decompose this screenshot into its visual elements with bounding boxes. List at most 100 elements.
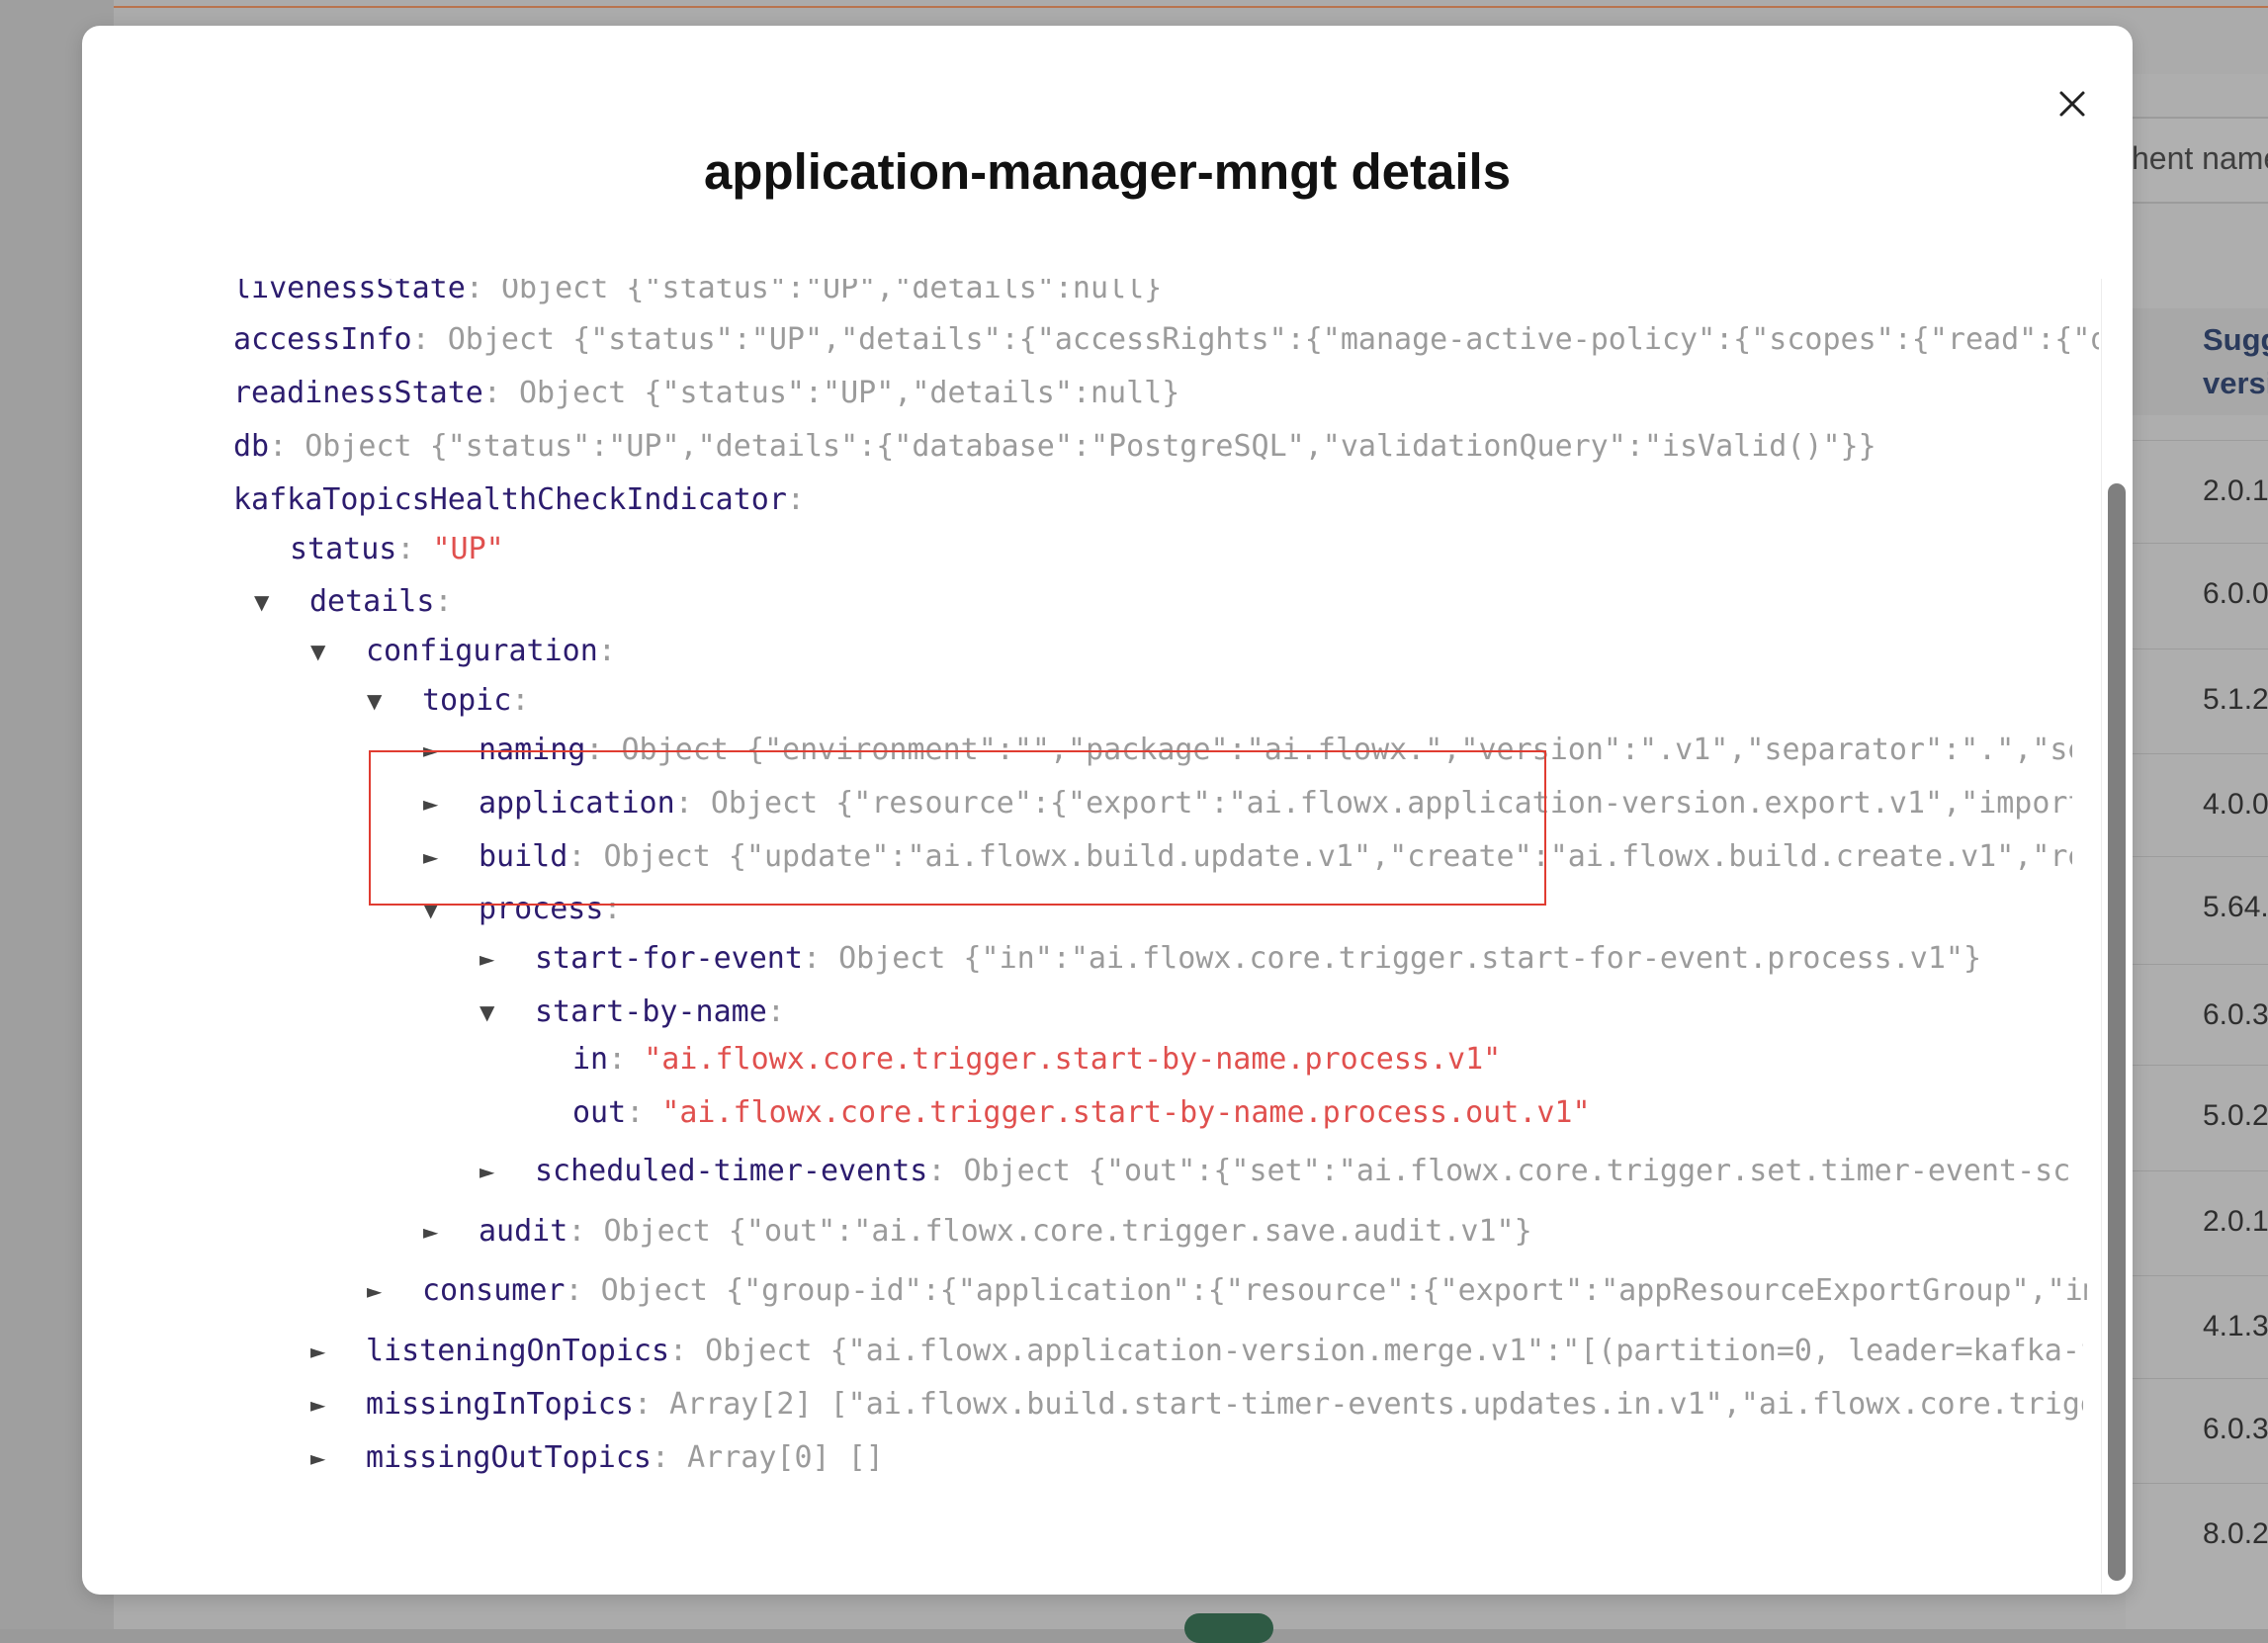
highlight-annotation-box	[369, 750, 1546, 906]
expand-triangle-icon[interactable]: ►	[310, 1332, 366, 1371]
node-key: kafkaTopicsHealthCheckIndicator	[233, 482, 787, 517]
collapse-triangle-icon[interactable]: ▼	[310, 632, 366, 671]
node-type: Object	[305, 429, 412, 464]
tree-node-scheduled-timer-events[interactable]: ► scheduled-timer-events: Object {"out":{…	[480, 1152, 2073, 1191]
node-preview: {"ai.flowx.application-version.merge.v1"…	[829, 1334, 2083, 1368]
tree-node-details[interactable]: ▼ details:	[254, 582, 453, 622]
tree-node-start-by-name[interactable]: ▼ start-by-name:	[480, 993, 785, 1032]
node-preview: {"status":"UP","details":{"database":"Po…	[429, 429, 1876, 464]
node-type: Array[0]	[687, 1440, 830, 1475]
background-table-row: 6.0.0	[2126, 543, 2268, 647]
version-cell: 6.0.0	[2203, 577, 2268, 610]
node-key: consumer	[422, 1273, 566, 1308]
close-icon	[2059, 91, 2085, 117]
version-cell: 5.0.2	[2203, 1099, 2268, 1132]
background-table-row: 4.1.3	[2126, 1275, 2268, 1379]
node-value: "UP"	[432, 532, 504, 566]
node-key: details	[309, 584, 435, 619]
tree-node-missingOutTopics[interactable]: ► missingOutTopics: Array[0] []	[310, 1438, 884, 1478]
node-preview: {"out":"ai.flowx.core.trigger.save.audit…	[728, 1214, 1532, 1249]
modal-title: application-manager-mngt details	[703, 143, 1512, 200]
version-cell: 2.0.1	[2203, 475, 2268, 507]
expand-triangle-icon[interactable]: ►	[310, 1385, 366, 1425]
node-key: db	[233, 429, 270, 464]
background-column-header: Sugg versi	[2203, 318, 2268, 405]
expand-triangle-icon[interactable]: ►	[310, 1438, 366, 1478]
tree-node-configuration[interactable]: ▼ configuration:	[310, 632, 616, 671]
tree-node-status: status: "UP"	[290, 532, 504, 566]
tree-node-topic[interactable]: ▼ topic:	[367, 681, 529, 721]
node-key: livenessState	[233, 279, 466, 305]
node-preview: {"status":"UP","details":{"accessRights"…	[572, 322, 2099, 357]
background-table-row: 2.0.1	[2126, 1170, 2268, 1274]
node-key: start-for-event	[535, 941, 803, 976]
node-key: start-by-name	[535, 994, 767, 1029]
node-key: status	[290, 532, 397, 566]
node-type: Object	[838, 941, 946, 976]
version-cell: 6.0.3	[2203, 998, 2268, 1031]
node-key: readinessState	[233, 376, 483, 410]
background-table-row: 6.0.3	[2126, 1378, 2268, 1482]
collapse-triangle-icon[interactable]: ▼	[480, 993, 535, 1032]
node-type: Object	[705, 1334, 813, 1368]
node-preview: {"status":"UP","details":null}	[644, 376, 1180, 410]
node-type: Object	[447, 322, 556, 357]
tree-node-kafkaTopicsHealthCheckIndicator[interactable]: kafkaTopicsHealthCheckIndicator:	[233, 480, 805, 520]
node-type: Object	[519, 376, 627, 410]
version-cell: 4.1.3	[2203, 1310, 2268, 1342]
tree-node-missingInTopics[interactable]: ► missingInTopics: Array[2] ["ai.flowx.bu…	[310, 1385, 2083, 1425]
version-cell: 6.0.3	[2203, 1413, 2268, 1445]
node-key: in	[572, 1042, 609, 1077]
expand-triangle-icon[interactable]: ►	[480, 1152, 535, 1191]
node-key: missingInTopics	[366, 1387, 634, 1422]
tree-node-audit[interactable]: ► audit: Object {"out":"ai.flowx.core.tri…	[423, 1212, 1532, 1252]
node-key: configuration	[366, 634, 598, 668]
node-type: Object	[500, 279, 609, 305]
background-table-row: 6.0.3	[2126, 964, 2268, 1068]
node-preview: {"out":{"set":"ai.flowx.core.trigger.set…	[1088, 1154, 2073, 1188]
tree-node-consumer[interactable]: ► consumer: Object {"group-id":{"applicat…	[367, 1271, 2087, 1311]
node-key: out	[572, 1095, 627, 1130]
tree-node-in: in: "ai.flowx.core.trigger.start-by-name…	[572, 1042, 1502, 1077]
node-type: Object	[603, 1214, 711, 1249]
collapse-triangle-icon[interactable]: ▼	[254, 582, 309, 622]
tree-node-livenessState: livenessState: Object {"status":"UP","de…	[233, 279, 1162, 308]
background-table-row: 5.64.	[2126, 856, 2268, 960]
node-preview: {"group-id":{"application":{"resource":{…	[726, 1273, 2087, 1308]
background-table-row: 8.0.2	[2126, 1483, 2268, 1587]
node-key: missingOutTopics	[366, 1440, 652, 1475]
node-preview: []	[847, 1440, 884, 1475]
node-key: scheduled-timer-events	[535, 1154, 928, 1188]
collapse-triangle-icon[interactable]: ▼	[367, 681, 422, 721]
background-table-row: 5.1.2	[2126, 649, 2268, 752]
expand-triangle-icon[interactable]: ►	[423, 1212, 479, 1252]
tree-node-accessInfo[interactable]: accessInfo: Object {"status":"UP","detai…	[233, 320, 2099, 360]
version-cell: 2.0.1	[2203, 1205, 2268, 1238]
node-key: audit	[479, 1214, 568, 1249]
details-modal: application-manager-mngt details livenes…	[82, 26, 2133, 1595]
node-type: Array[2]	[669, 1387, 813, 1422]
column-header-line-1: Sugg	[2203, 322, 2268, 357]
tree-node-listeningOnTopics[interactable]: ► listeningOnTopics: Object {"ai.flowx.ap…	[310, 1332, 2083, 1371]
expand-triangle-icon[interactable]: ►	[367, 1271, 422, 1311]
json-tree-viewer[interactable]: livenessState: Object {"status":"UP","de…	[151, 279, 2099, 1594]
scrollbar-thumb[interactable]	[2108, 483, 2126, 1581]
version-cell: 5.64.	[2203, 891, 2268, 923]
node-value: "ai.flowx.core.trigger.start-by-name.pro…	[661, 1095, 1591, 1130]
close-button[interactable]	[2046, 77, 2099, 130]
version-cell: 4.0.0	[2203, 788, 2268, 821]
node-key: accessInfo	[233, 322, 412, 357]
tree-node-start-for-event[interactable]: ► start-for-event: Object {"in":"ai.flowx…	[480, 939, 1981, 979]
tree-node-readinessState[interactable]: readinessState: Object {"status":"UP","d…	[233, 374, 1179, 413]
node-preview: ["ai.flowx.build.start-timer-events.upda…	[829, 1387, 2083, 1422]
background-table-row: 2.0.1	[2126, 440, 2268, 544]
background-search-placeholder: hent name	[2132, 140, 2268, 176]
expand-triangle-icon[interactable]: ►	[480, 939, 535, 979]
node-preview: {"status":"UP","details":null}	[626, 279, 1163, 305]
background-table-row: 5.0.2	[2126, 1065, 2268, 1168]
tree-node-db[interactable]: db: Object {"status":"UP","details":{"da…	[233, 427, 1876, 467]
node-type: Object	[600, 1273, 708, 1308]
background-top-bar	[114, 0, 2268, 8]
node-type: Object	[963, 1154, 1071, 1188]
node-key: topic	[422, 683, 512, 718]
